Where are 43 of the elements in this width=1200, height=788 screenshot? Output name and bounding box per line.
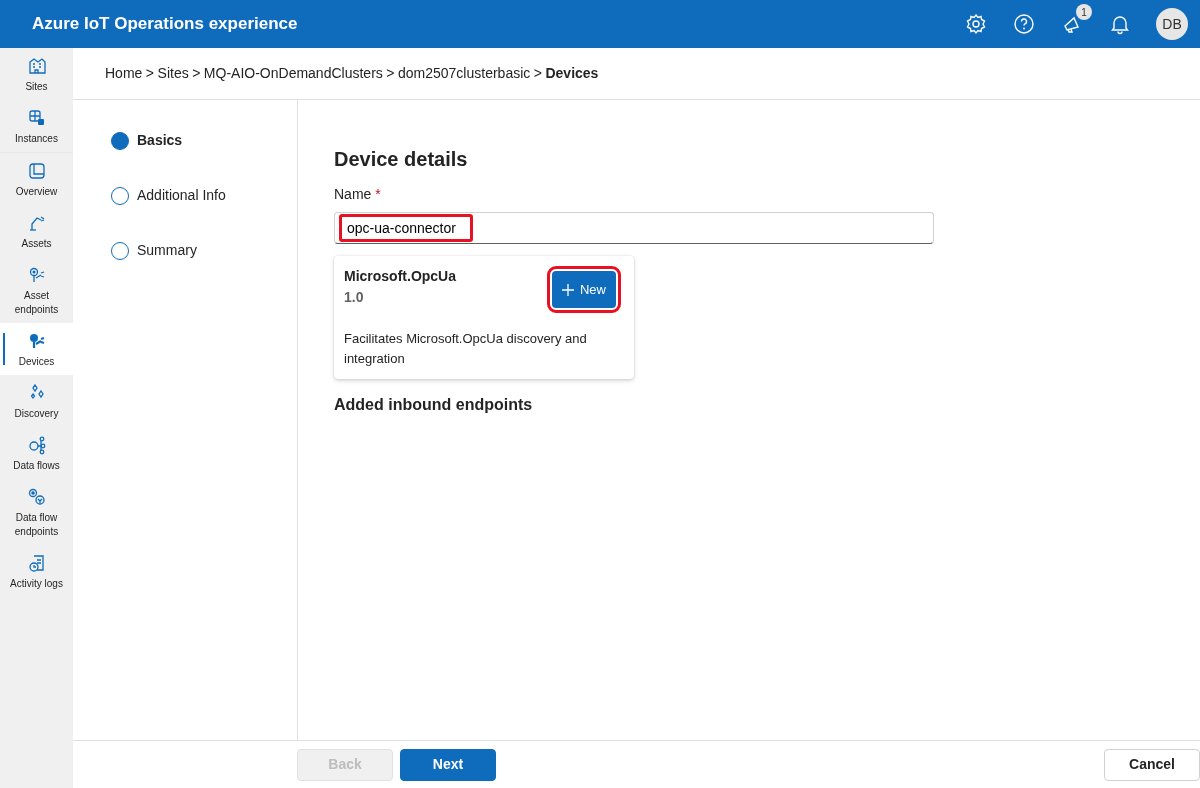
user-avatar[interactable]: DB bbox=[1156, 8, 1188, 40]
plus-icon bbox=[562, 283, 574, 296]
app-title: Azure IoT Operations experience bbox=[32, 13, 298, 36]
breadcrumb-link[interactable]: Sites bbox=[157, 63, 189, 84]
breadcrumb-link[interactable]: MQ-AIO-OnDemandClusters bbox=[203, 63, 383, 84]
name-field[interactable]: opc-ua-connector bbox=[334, 212, 934, 244]
help-button[interactable] bbox=[1012, 12, 1036, 36]
connector-title: Microsoft.OpcUa bbox=[344, 267, 456, 286]
wizard-step[interactable]: Basics bbox=[111, 130, 183, 151]
wizard-step[interactable]: Summary bbox=[111, 240, 197, 261]
sidebar-item[interactable]: Sites bbox=[0, 48, 73, 100]
connector-version: 1.0 bbox=[344, 288, 365, 307]
field-label: Name * bbox=[334, 185, 382, 204]
breadcrumb-link[interactable]: dom2507clusterbasic bbox=[398, 63, 531, 84]
section-title: Device details bbox=[334, 147, 469, 172]
sidebar-item[interactable]: Data flows bbox=[0, 427, 73, 479]
notification-badge: 1 bbox=[1076, 4, 1092, 20]
squares-icon bbox=[26, 108, 47, 128]
settings-button[interactable] bbox=[964, 12, 988, 36]
sidebar-item[interactable]: Data flow endpoints bbox=[0, 479, 73, 545]
breadcrumb-separator: > bbox=[145, 64, 155, 83]
document-clock-icon bbox=[26, 553, 47, 573]
layout-icon bbox=[26, 161, 47, 181]
cancel-button[interactable]: Cancel bbox=[1104, 748, 1200, 781]
wizard-step[interactable]: Additional Info bbox=[111, 185, 226, 206]
sidebar-item[interactable]: Devices bbox=[0, 323, 73, 375]
breadcrumb-link[interactable]: Home bbox=[105, 63, 143, 84]
flow-icon bbox=[26, 435, 47, 455]
breadcrumb-separator: > bbox=[386, 64, 395, 83]
connector-description: Facilitates Microsoft.OpcUa discovery and integration bbox=[344, 330, 588, 368]
sidebar-item[interactable]: Instances bbox=[0, 100, 73, 152]
next-button[interactable]: Next bbox=[400, 748, 496, 781]
breadcrumb-current: Devices bbox=[545, 64, 599, 83]
section-heading: Added inbound endpoints bbox=[334, 395, 534, 415]
building-icon bbox=[26, 56, 47, 76]
sidebar-item[interactable]: Assets bbox=[0, 205, 73, 257]
breadcrumb-separator: > bbox=[533, 64, 542, 83]
sidebar-item[interactable]: Discovery bbox=[0, 375, 73, 427]
breadcrumb-separator: > bbox=[192, 64, 201, 83]
sidebar-item[interactable]: Activity logs bbox=[0, 545, 73, 597]
sidebar-item[interactable]: Overview bbox=[0, 153, 73, 205]
sidebar-item[interactable]: Asset endpoints bbox=[0, 257, 73, 323]
endpoint-icon bbox=[26, 487, 47, 507]
